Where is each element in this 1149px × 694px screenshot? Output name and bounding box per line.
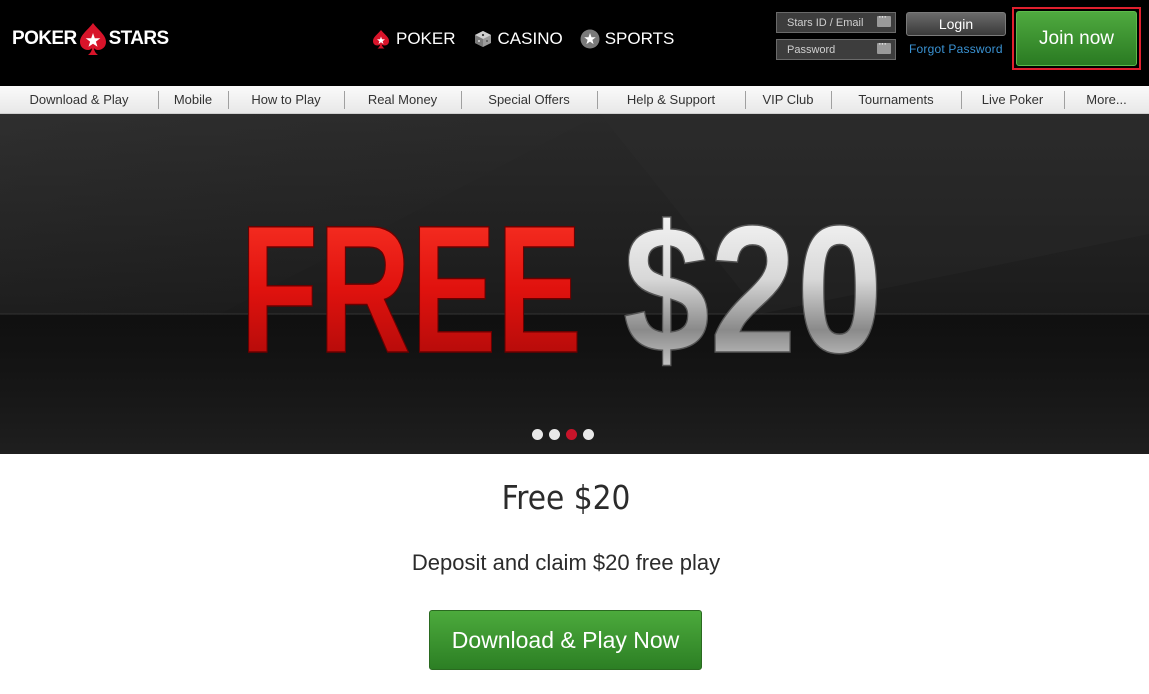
password-input[interactable]: Password [776,38,896,60]
hero-free-text: FREE [240,202,582,372]
carousel-dot-2[interactable] [549,429,560,440]
carousel-dots [532,429,594,440]
keyboard-icon[interactable] [877,11,891,27]
product-switcher: POKER CASINO SPORTS [370,26,674,52]
hero-banner[interactable]: FREE $20 [0,114,1149,454]
hero-amount-text: $20 [623,202,883,372]
carousel-dot-1[interactable] [532,429,543,440]
logo-text-stars: STARS [108,28,170,49]
keyboard-icon[interactable] [877,38,891,54]
product-casino[interactable]: CASINO [472,28,563,50]
nav-item-live-poker[interactable]: Live Poker [961,86,1064,114]
top-header: POKER STARS POKER CASINO SPORTS Stars ID… [0,0,1149,86]
nav-item-vip-club[interactable]: VIP Club [745,86,831,114]
nav-item-tournaments[interactable]: Tournaments [831,86,961,114]
nav-item-real-money[interactable]: Real Money [344,86,461,114]
nav-item-download-play[interactable]: Download & Play [0,86,158,114]
carousel-dot-3[interactable] [566,429,577,440]
promo-title: Free $20 [501,478,631,517]
forgot-password-link[interactable]: Forgot Password [909,42,1003,56]
nav-item-help-support[interactable]: Help & Support [597,86,745,114]
join-now-button[interactable]: Join now [1016,11,1137,66]
stars-id-placeholder: Stars ID / Email [787,16,864,29]
product-poker[interactable]: POKER [370,28,456,50]
product-poker-label: POKER [396,29,456,48]
login-button[interactable]: Login [906,12,1006,36]
product-casino-label: CASINO [497,29,563,48]
dice-icon [474,31,491,47]
promo-subtitle: Deposit and claim $20 free play [411,550,721,575]
star-icon [580,29,600,49]
password-placeholder: Password [787,43,836,56]
nav-item-mobile[interactable]: Mobile [158,86,228,114]
spade-icon [373,30,389,49]
nav-item-how-to-play[interactable]: How to Play [228,86,344,114]
hero-headline: FREE $20 [239,202,884,372]
pokerstars-logo[interactable]: POKER STARS [12,22,169,56]
join-now-highlight: Join now [1012,7,1141,70]
stars-id-input[interactable]: Stars ID / Email [776,11,896,33]
product-sports-label: SPORTS [604,29,675,48]
product-sports[interactable]: SPORTS [579,28,675,50]
main-nav: Download & Play Mobile How to Play Real … [0,86,1149,114]
download-play-now-button[interactable]: Download & Play Now [429,610,702,670]
nav-item-more[interactable]: More... [1064,86,1149,114]
carousel-dot-4[interactable] [583,429,594,440]
spade-star-logo-icon [79,23,106,55]
nav-item-special-offers[interactable]: Special Offers [461,86,597,114]
logo-text-poker: POKER [12,28,77,49]
